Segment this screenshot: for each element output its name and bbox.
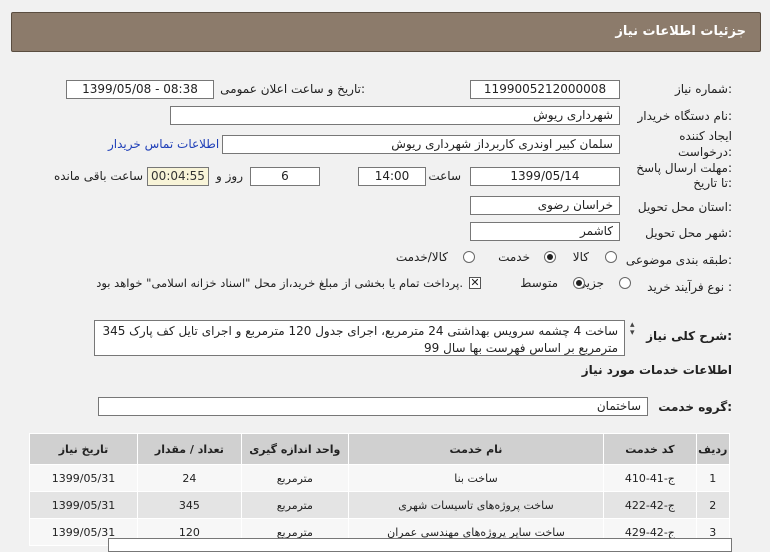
next-section-box — [108, 538, 732, 552]
services-table-wrap: ردیف کد خدمت نام خدمت واحد اندازه گیری ت… — [28, 433, 731, 546]
table-row: 1 ج-41-410 ساخت بنا مترمربع 24 1399/05/3… — [28, 464, 731, 492]
need-number-field: 1199005212000008 — [470, 80, 620, 99]
deadline-label-1: مهلت ارسال پاسخ: — [636, 161, 732, 175]
remaining-time-field: 00:04:55 — [147, 167, 209, 186]
services-table: ردیف کد خدمت نام خدمت واحد اندازه گیری ت… — [28, 433, 731, 546]
cell-date: 1399/05/31 — [28, 491, 139, 519]
cell-date: 1399/05/31 — [28, 464, 139, 492]
col-code: کد خدمت — [603, 433, 697, 465]
cell-code: ج-42-422 — [603, 491, 697, 519]
category-radio-goods-service[interactable] — [463, 251, 475, 263]
col-row: ردیف — [695, 433, 731, 465]
deadline-date-field: 1399/05/14 — [470, 167, 620, 186]
cell-name: ساخت پروژه‌های تاسیسات شهری — [347, 491, 605, 519]
city-field: کاشمر — [470, 222, 620, 241]
col-name: نام خدمت — [347, 433, 605, 465]
deadline-label-2: تا تاریخ: — [693, 176, 732, 190]
announce-date-label: تاریخ و ساعت اعلان عمومی: — [220, 82, 365, 96]
process-label: نوع فرآیند خرید : — [647, 280, 732, 294]
cell-name: ساخت بنا — [347, 464, 605, 492]
page-title: جزئیات اطلاعات نیاز — [615, 24, 746, 39]
cell-row: 2 — [695, 491, 731, 519]
creator-field: سلمان کبیر اوندری کاربرداز شهرداری ریوش — [222, 135, 620, 154]
cell-quantity: 24 — [137, 464, 242, 492]
creator-label-1: ایجاد کننده — [679, 129, 732, 143]
col-quantity: تعداد / مقدار — [137, 433, 242, 465]
services-section-title: اطلاعات خدمات مورد نیاز — [581, 363, 732, 377]
category-option-service: خدمت — [498, 250, 530, 264]
category-option-goods: کالا — [572, 250, 589, 264]
buyer-org-label: نام دستگاه خریدار: — [637, 109, 733, 123]
category-radio-service[interactable] — [544, 251, 556, 263]
category-radio-goods[interactable] — [605, 251, 617, 263]
deadline-time-label: ساعت — [428, 169, 461, 183]
cell-code: ج-41-410 — [603, 464, 697, 492]
page-header: جزئیات اطلاعات نیاز — [11, 12, 761, 52]
col-unit: واحد اندازه گیری — [240, 433, 349, 465]
category-option-goods-service: کالا/خدمت — [395, 250, 448, 264]
days-label: روز و — [216, 169, 243, 183]
city-label: شهر محل تحویل: — [645, 226, 732, 240]
service-group-field: ساختمان — [98, 397, 648, 416]
need-number-label: شماره نیاز: — [674, 82, 732, 96]
buyer-org-field: شهرداری ریوش — [170, 106, 620, 125]
service-group-label: گروه خدمت: — [658, 400, 732, 414]
buyer-contact-link[interactable]: اطلاعات تماس خریدار — [108, 137, 219, 151]
process-radio-minor[interactable] — [619, 277, 631, 289]
description-label: شرح کلی نیاز: — [646, 329, 732, 343]
treasury-payment-note: پرداخت تمام یا بخشی از مبلغ خرید،از محل … — [96, 276, 463, 290]
cell-quantity: 345 — [137, 491, 242, 519]
cell-row: 1 — [695, 464, 731, 492]
cell-unit: مترمربع — [240, 491, 349, 519]
description-spinner-icon[interactable]: ▴ ▾ — [630, 321, 635, 338]
table-header-row: ردیف کد خدمت نام خدمت واحد اندازه گیری ت… — [28, 433, 731, 465]
cell-unit: مترمربع — [240, 464, 349, 492]
description-field: ساخت 4 چشمه سرویس بهداشتی 24 مترمربع، اج… — [94, 320, 625, 356]
treasury-payment-checkbox[interactable]: ✕ — [469, 277, 481, 289]
col-date: تاریخ نیاز — [28, 433, 139, 465]
province-label: استان محل تحویل: — [637, 200, 732, 214]
days-field: 6 — [250, 167, 320, 186]
deadline-time-field: 14:00 — [358, 167, 426, 186]
category-label: طبقه بندی موضوعی: — [625, 253, 732, 267]
table-row: 2 ج-42-422 ساخت پروژه‌های تاسیسات شهری م… — [28, 491, 731, 519]
process-option-medium: متوسط — [520, 276, 558, 290]
process-radio-medium[interactable] — [573, 277, 585, 289]
announce-date-field: 1399/05/08 - 08:38 — [66, 80, 214, 99]
creator-label-2: درخواست: — [678, 145, 732, 159]
remaining-time-label: ساعت باقی مانده — [53, 169, 143, 183]
province-field: خراسان رضوی — [470, 196, 620, 215]
